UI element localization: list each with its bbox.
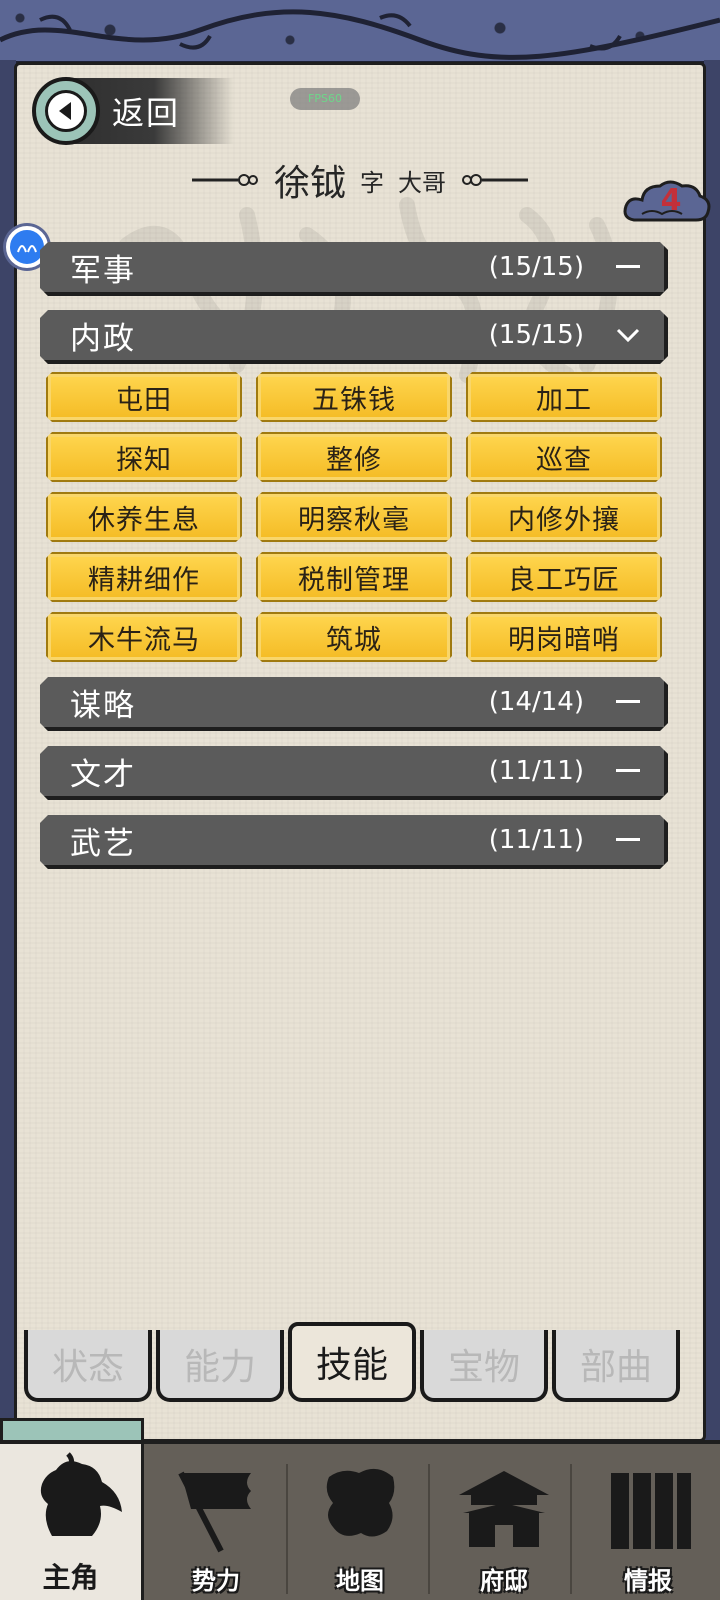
- back-circle: [32, 77, 100, 145]
- category-name: 内政: [70, 320, 136, 357]
- skill-grid: 屯田 五铢钱 加工 探知 整修 巡查 休养生息 明察秋毫 内修外攘 精耕细作 税…: [46, 372, 664, 662]
- collapse-dash-icon: [614, 688, 642, 716]
- category-count: (15/15): [488, 320, 584, 350]
- skill-button[interactable]: 明察秋毫: [256, 492, 452, 542]
- nav-label: 府邸: [480, 1567, 528, 1595]
- left-ornament-icon: [191, 174, 258, 186]
- panel-tabs: 状态 能力 技能 宝物 部曲: [20, 1322, 700, 1406]
- back-arrow-icon: [45, 90, 87, 132]
- right-ornament-icon: [462, 174, 528, 186]
- skill-button[interactable]: 木牛流马: [46, 612, 242, 662]
- tab-skills[interactable]: 技能: [288, 1322, 416, 1402]
- tab-troops[interactable]: 部曲: [552, 1330, 680, 1402]
- vine-pattern: [0, 9, 720, 60]
- back-label: 返回: [112, 94, 181, 132]
- top-decorative-band: [0, 0, 720, 64]
- category-count: (11/11): [488, 756, 584, 786]
- category-name: 谋略: [70, 687, 136, 724]
- courtesy-name: 大哥: [398, 168, 446, 197]
- category-internal-affairs[interactable]: 内政 (15/15): [40, 310, 668, 364]
- nav-label: 势力: [192, 1567, 240, 1595]
- skill-button[interactable]: 整修: [256, 432, 452, 482]
- category-literary[interactable]: 文才 (11/11): [40, 746, 668, 800]
- collapse-dash-icon: [614, 253, 642, 281]
- skill-button[interactable]: 内修外攘: [466, 492, 662, 542]
- category-name: 武艺: [70, 825, 136, 862]
- chevron-down-icon: [614, 321, 642, 349]
- courtesy-prefix: 字: [360, 168, 384, 197]
- skill-button[interactable]: 屯田: [46, 372, 242, 422]
- back-button[interactable]: 返回: [32, 77, 234, 145]
- category-count: (14/14): [488, 687, 584, 717]
- character-name: 徐钺: [273, 163, 346, 204]
- category-name: 文才: [70, 756, 136, 793]
- nav-map[interactable]: 地图: [288, 1444, 432, 1600]
- frame-right: [704, 60, 720, 1480]
- skill-button[interactable]: 筑城: [256, 612, 452, 662]
- skill-button[interactable]: 休养生息: [46, 492, 242, 542]
- hero-portrait-icon: [40, 1452, 122, 1536]
- nav-label: 情报: [624, 1567, 672, 1595]
- tab-treasure[interactable]: 宝物: [420, 1330, 548, 1402]
- fps-indicator: FPS60: [290, 88, 360, 110]
- collapse-dash-icon: [614, 826, 642, 854]
- badge-count: 4: [660, 183, 682, 218]
- nav-label: 主角: [42, 1561, 99, 1594]
- skill-button[interactable]: 良工巧匠: [466, 552, 662, 602]
- map-icon: [326, 1468, 395, 1537]
- category-name: 军事: [70, 252, 136, 289]
- skill-button[interactable]: 税制管理: [256, 552, 452, 602]
- character-title: 徐钺 字 大哥: [150, 155, 570, 205]
- category-count: (15/15): [488, 252, 584, 282]
- bottom-nav: 主角 势力 地图 府邸 情报: [0, 1440, 720, 1600]
- tab-status[interactable]: 状态: [24, 1330, 152, 1402]
- nav-mansion[interactable]: 府邸: [432, 1444, 576, 1600]
- scroll-icon: [611, 1473, 691, 1549]
- skill-button[interactable]: 探知: [46, 432, 242, 482]
- nav-hero[interactable]: 主角: [0, 1444, 144, 1600]
- nav-faction[interactable]: 势力: [144, 1444, 288, 1600]
- skill-button[interactable]: 巡查: [466, 432, 662, 482]
- skill-button[interactable]: 明岗暗哨: [466, 612, 662, 662]
- skill-button[interactable]: 加工: [466, 372, 662, 422]
- category-strategy[interactable]: 谋略 (14/14): [40, 677, 668, 731]
- mansion-icon: [459, 1471, 549, 1547]
- nav-label: 地图: [336, 1567, 384, 1595]
- collapse-dash-icon: [614, 757, 642, 785]
- category-military[interactable]: 军事 (15/15): [40, 242, 668, 296]
- category-count: (11/11): [488, 825, 584, 855]
- skill-button[interactable]: 精耕细作: [46, 552, 242, 602]
- tab-ability[interactable]: 能力: [156, 1330, 284, 1402]
- category-martial[interactable]: 武艺 (11/11): [40, 815, 668, 869]
- nav-intel[interactable]: 情报: [576, 1444, 720, 1600]
- skill-button[interactable]: 五铢钱: [256, 372, 452, 422]
- banner-flag-icon: [178, 1471, 251, 1553]
